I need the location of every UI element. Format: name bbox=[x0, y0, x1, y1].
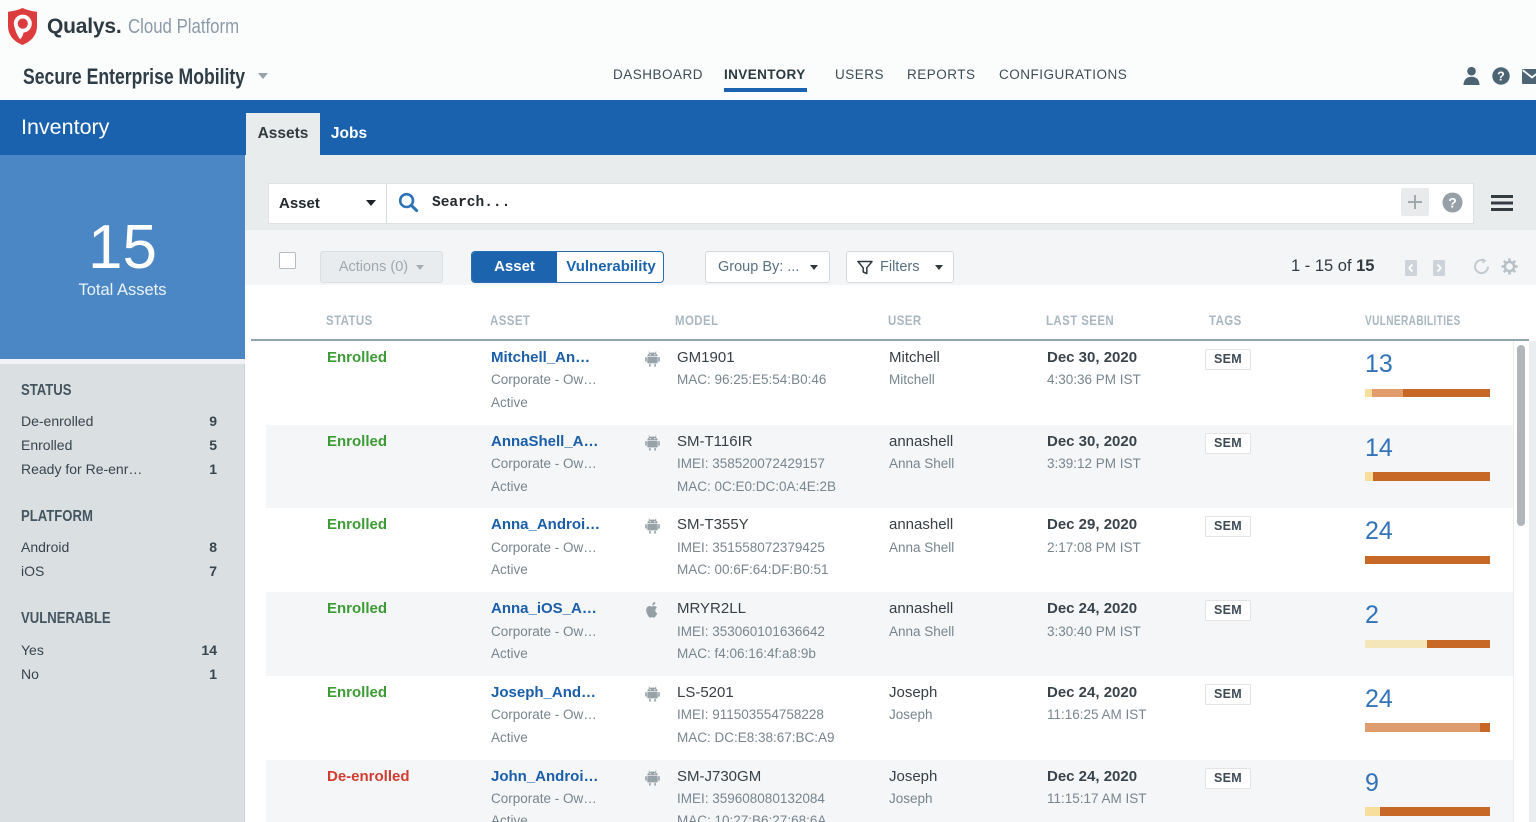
svg-text:?: ? bbox=[1448, 195, 1457, 211]
svg-text:?: ? bbox=[1497, 70, 1505, 84]
